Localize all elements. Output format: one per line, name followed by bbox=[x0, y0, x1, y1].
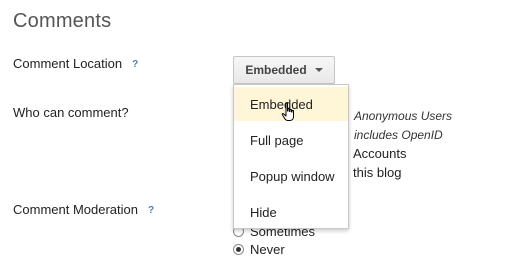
hand-cursor-icon bbox=[281, 102, 294, 121]
comment-location-label: Comment Location bbox=[13, 56, 123, 71]
comment-location-row: Comment Location? bbox=[13, 56, 138, 71]
section-title: Comments bbox=[13, 10, 112, 32]
radio-button-checked[interactable] bbox=[233, 244, 244, 255]
menu-item-popup-window[interactable]: Popup window bbox=[234, 159, 348, 193]
menu-item-full-page[interactable]: Full page bbox=[234, 123, 348, 157]
radio-label: Never bbox=[250, 242, 285, 257]
option-accounts[interactable]: Accounts bbox=[353, 146, 406, 161]
help-icon[interactable]: ? bbox=[148, 205, 154, 216]
moderation-option-never[interactable]: Never bbox=[233, 242, 285, 257]
comment-moderation-label: Comment Moderation bbox=[13, 202, 138, 217]
comment-location-dropdown[interactable]: Embedded bbox=[233, 56, 335, 84]
menu-item-hide[interactable]: Hide bbox=[234, 195, 348, 229]
comment-moderation-row: Comment Moderation? bbox=[13, 202, 154, 217]
option-openid[interactable]: includes OpenID bbox=[354, 128, 443, 142]
option-this-blog[interactable]: this blog bbox=[353, 165, 401, 180]
dropdown-selected-value: Embedded bbox=[245, 63, 307, 77]
who-can-comment-label: Who can comment? bbox=[13, 105, 129, 120]
chevron-down-icon bbox=[314, 68, 323, 72]
option-anonymous-users[interactable]: Anonymous Users bbox=[354, 109, 452, 123]
help-icon[interactable]: ? bbox=[132, 59, 138, 70]
